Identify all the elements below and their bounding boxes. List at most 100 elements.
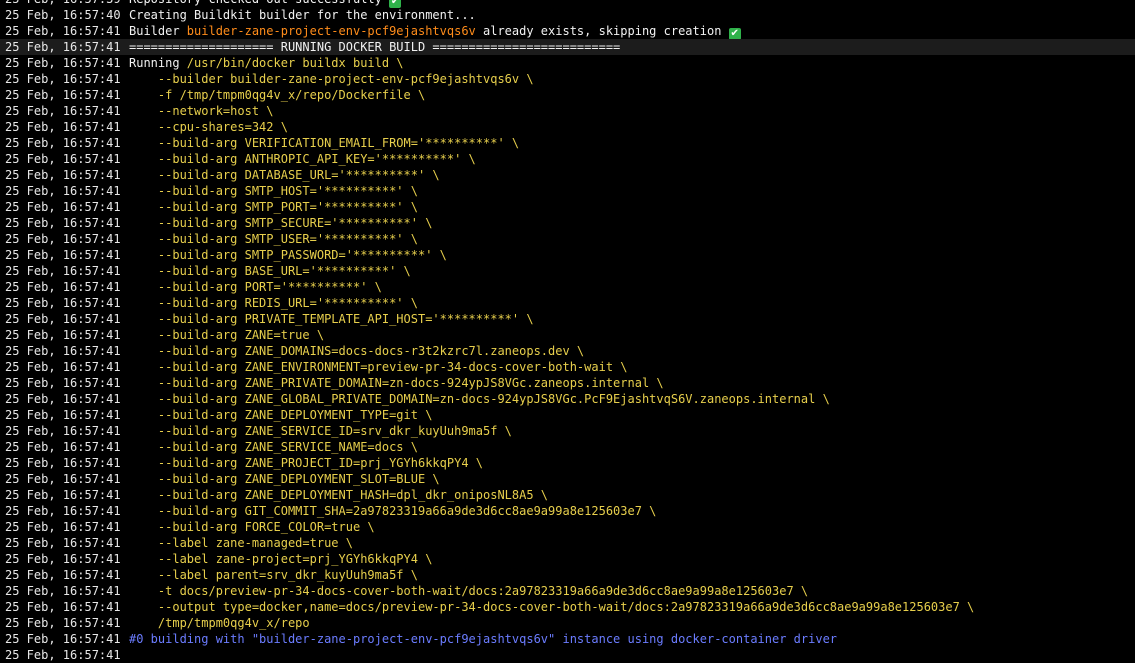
log-timestamp: 25 Feb, 16:57:41 xyxy=(5,56,121,70)
log-message: --label zane-managed=true \ xyxy=(129,535,1135,551)
log-line: 25 Feb, 16:57:41 --build-arg SMTP_HOST='… xyxy=(0,183,1135,199)
log-message: --build-arg SMTP_USER='**********' \ xyxy=(129,231,1135,247)
log-timestamp: 25 Feb, 16:57:41 xyxy=(5,488,121,502)
log-segment: --cpu-shares=342 \ xyxy=(129,120,288,134)
log-message: --build-arg ZANE_DEPLOYMENT_TYPE=git \ xyxy=(129,407,1135,423)
log-message: --cpu-shares=342 \ xyxy=(129,119,1135,135)
log-timestamp: 25 Feb, 16:57:41 xyxy=(5,72,121,86)
log-timestamp: 25 Feb, 16:57:41 xyxy=(5,552,121,566)
log-segment: --build-arg ZANE_DEPLOYMENT_TYPE=git \ xyxy=(129,408,433,422)
log-timestamp: 25 Feb, 16:57:41 xyxy=(5,632,121,646)
log-line: 25 Feb, 16:57:41 -t docs/preview-pr-34-d… xyxy=(0,583,1135,599)
log-timestamp: 25 Feb, 16:57:41 xyxy=(5,168,121,182)
log-message: --build-arg ZANE_PRIVATE_DOMAIN=zn-docs-… xyxy=(129,375,1135,391)
log-timestamp: 25 Feb, 16:57:41 xyxy=(5,376,121,390)
log-segment: --label zane-managed=true \ xyxy=(129,536,353,550)
log-segment: --label parent=srv_dkr_kuyUuh9ma5f \ xyxy=(129,568,418,582)
log-segment: --build-arg VERIFICATION_EMAIL_FROM='***… xyxy=(129,136,520,150)
log-line: 25 Feb, 16:57:41 --build-arg SMTP_PORT='… xyxy=(0,199,1135,215)
log-line: 25 Feb, 16:57:41 --builder builder-zane-… xyxy=(0,71,1135,87)
log-segment: Repository checked out successfully xyxy=(129,0,389,6)
log-line: 25 Feb, 16:57:41 --build-arg BASE_URL='*… xyxy=(0,263,1135,279)
log-message: Creating Buildkit builder for the enviro… xyxy=(129,7,1135,23)
log-segment: --build-arg ZANE_SERVICE_ID=srv_dkr_kuyU… xyxy=(129,424,512,438)
log-segment: --build-arg ZANE_GLOBAL_PRIVATE_DOMAIN=z… xyxy=(129,392,830,406)
log-segment: --build-arg ZANE_PROJECT_ID=prj_YGYh6kkq… xyxy=(129,456,484,470)
log-timestamp: 25 Feb, 16:57:41 xyxy=(5,248,121,262)
log-message: --build-arg ZANE_DEPLOYMENT_HASH=dpl_dkr… xyxy=(129,487,1135,503)
log-message: --build-arg ZANE_ENVIRONMENT=preview-pr-… xyxy=(129,359,1135,375)
log-message: --build-arg ZANE_GLOBAL_PRIVATE_DOMAIN=z… xyxy=(129,391,1135,407)
log-message: ==================== RUNNING DOCKER BUIL… xyxy=(129,39,1135,55)
log-line: 25 Feb, 16:57:41 --output type=docker,na… xyxy=(0,599,1135,615)
log-line: 25 Feb, 16:57:41 --build-arg VERIFICATIO… xyxy=(0,135,1135,151)
log-line: 25 Feb, 16:57:41 --build-arg PORT='*****… xyxy=(0,279,1135,295)
log-timestamp: 25 Feb, 16:57:41 xyxy=(5,360,121,374)
log-segment: --builder builder-zane-project-env-pcf9e… xyxy=(129,72,534,86)
log-line: 25 Feb, 16:57:41 --build-arg ZANE_PROJEC… xyxy=(0,455,1135,471)
log-line: 25 Feb, 16:57:41 --build-arg ZANE_DOMAIN… xyxy=(0,343,1135,359)
log-timestamp: 25 Feb, 16:57:41 xyxy=(5,408,121,422)
log-timestamp: 25 Feb, 16:57:41 xyxy=(5,392,121,406)
log-timestamp: 25 Feb, 16:57:41 xyxy=(5,296,121,310)
log-segment: --build-arg BASE_URL='**********' \ xyxy=(129,264,411,278)
log-message: --builder builder-zane-project-env-pcf9e… xyxy=(129,71,1135,87)
log-line: 25 Feb, 16:57:41 --label parent=srv_dkr_… xyxy=(0,567,1135,583)
log-message: --build-arg PORT='**********' \ xyxy=(129,279,1135,295)
log-segment: Creating Buildkit builder for the enviro… xyxy=(129,8,476,22)
log-message: Running /usr/bin/docker buildx build \ xyxy=(129,55,1135,71)
log-timestamp: 25 Feb, 16:57:41 xyxy=(5,584,121,598)
log-timestamp: 25 Feb, 16:57:39 xyxy=(0,0,129,7)
log-segment: --build-arg ANTHROPIC_API_KEY='*********… xyxy=(129,152,476,166)
log-segment: --build-arg ZANE_DEPLOYMENT_HASH=dpl_dkr… xyxy=(129,488,549,502)
log-timestamp: 25 Feb, 16:57:41 xyxy=(5,344,121,358)
log-message: --build-arg GIT_COMMIT_SHA=2a97823319a66… xyxy=(129,503,1135,519)
log-message: --build-arg ANTHROPIC_API_KEY='*********… xyxy=(129,151,1135,167)
log-line: 25 Feb, 16:57:41 --build-arg REDIS_URL='… xyxy=(0,295,1135,311)
log-line: 25 Feb, 16:57:41 --build-arg FORCE_COLOR… xyxy=(0,519,1135,535)
log-line: 25 Feb, 16:57:41 --network=host \ xyxy=(0,103,1135,119)
log-segment: /usr/bin/docker buildx build \ xyxy=(186,56,404,70)
log-timestamp: 25 Feb, 16:57:41 xyxy=(5,568,121,582)
log-message: --build-arg ZANE_SERVICE_ID=srv_dkr_kuyU… xyxy=(129,423,1135,439)
log-line: 25 Feb, 16:57:41 /tmp/tmpm0qg4v_x/repo xyxy=(0,615,1135,631)
log-message: -t docs/preview-pr-34-docs-cover-both-wa… xyxy=(129,583,1135,599)
log-message: --build-arg SMTP_PORT='**********' \ xyxy=(129,199,1135,215)
log-timestamp: 25 Feb, 16:57:41 xyxy=(5,24,121,38)
log-timestamp: 25 Feb, 16:57:41 xyxy=(5,648,121,662)
log-line: 25 Feb, 16:57:41 Builder builder-zane-pro… xyxy=(0,23,1135,40)
log-segment: --label zane-project=prj_YGYh6kkqPY4 \ xyxy=(129,552,433,566)
log-line: 25 Feb, 16:57:41 --label zane-managed=tr… xyxy=(0,535,1135,551)
log-segment: -f /tmp/tmpm0qg4v_x/repo/Dockerfile \ xyxy=(129,88,426,102)
log-line: 25 Feb, 16:57:41 xyxy=(0,647,1135,663)
log-message: --build-arg ZANE_DOMAINS=docs-docs-r3t2k… xyxy=(129,343,1135,359)
log-segment: --build-arg ZANE_PRIVATE_DOMAIN=zn-docs-… xyxy=(129,376,664,390)
log-message: --build-arg SMTP_SECURE='**********' \ xyxy=(129,215,1135,231)
log-message: --build-arg ZANE_DEPLOYMENT_SLOT=BLUE \ xyxy=(129,471,1135,487)
log-message: --build-arg SMTP_PASSWORD='**********' \ xyxy=(129,247,1135,263)
log-message: Builder builder-zane-project-env-pcf9eja… xyxy=(129,23,1135,40)
log-line: 25 Feb, 16:57:41 --build-arg ZANE_SERVIC… xyxy=(0,423,1135,439)
log-timestamp: 25 Feb, 16:57:41 xyxy=(5,280,121,294)
log-segment: --build-arg REDIS_URL='**********' \ xyxy=(129,296,418,310)
log-line: 25 Feb, 16:57:41 --cpu-shares=342 \ xyxy=(0,119,1135,135)
log-message: --network=host \ xyxy=(129,103,1135,119)
log-segment: ==================== RUNNING DOCKER BUIL… xyxy=(129,40,621,54)
log-segment: --network=host \ xyxy=(129,104,274,118)
log-line: 25 Feb, 16:57:41 --build-arg SMTP_USER='… xyxy=(0,231,1135,247)
log-timestamp: 25 Feb, 16:57:41 xyxy=(5,536,121,550)
log-message: --build-arg PRIVATE_TEMPLATE_API_HOST='*… xyxy=(129,311,1135,327)
log-message: /tmp/tmpm0qg4v_x/repo xyxy=(129,615,1135,631)
log-line: 25 Feb, 16:57:41 -f /tmp/tmpm0qg4v_x/rep… xyxy=(0,87,1135,103)
log-line: 25 Feb, 16:57:41 --build-arg GIT_COMMIT_… xyxy=(0,503,1135,519)
log-segment: already exists, skipping creation xyxy=(475,23,729,38)
log-timestamp: 25 Feb, 16:57:41 xyxy=(5,136,121,150)
log-segment: --build-arg ZANE_DOMAINS=docs-docs-r3t2k… xyxy=(129,344,585,358)
log-timestamp: 25 Feb, 16:57:41 xyxy=(5,520,121,534)
log-segment: /tmp/tmpm0qg4v_x/repo xyxy=(129,616,310,630)
log-line: 25 Feb, 16:57:41 --build-arg PRIVATE_TEM… xyxy=(0,311,1135,327)
log-message: --build-arg ZANE=true \ xyxy=(129,327,1135,343)
log-message: #0 building with "builder-zane-project-e… xyxy=(129,631,1135,647)
log-timestamp: 25 Feb, 16:57:41 xyxy=(5,616,121,630)
log-timestamp: 25 Feb, 16:57:41 xyxy=(5,40,121,54)
